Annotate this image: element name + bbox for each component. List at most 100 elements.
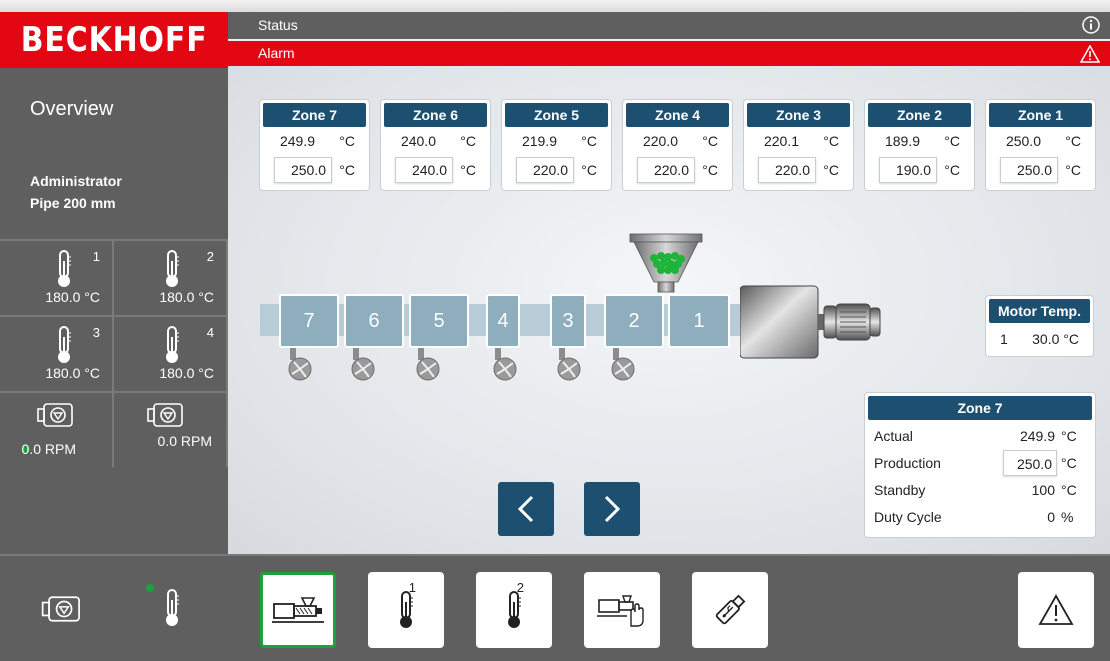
zone-card-1[interactable]: Zone 1 250.0 °C 250.0 °C (986, 100, 1095, 190)
unit: °C (944, 162, 960, 178)
warning-icon[interactable] (1080, 45, 1100, 63)
production-setpoint-input[interactable]: 250.0 (1003, 450, 1057, 476)
barrel-segment-1[interactable]: 1 (668, 294, 730, 348)
status-bar[interactable]: Status (228, 12, 1110, 39)
temperature-2-button[interactable]: 2 (476, 572, 552, 648)
temperature-1-button[interactable]: 1 (368, 572, 444, 648)
detail-value: 249.9 (1019, 428, 1055, 444)
extruder-view-button[interactable] (260, 572, 336, 648)
chevron-right-icon (604, 495, 621, 523)
motor-tile-2[interactable]: 0.0 RPM (114, 391, 228, 467)
motor-temp-row: 1 30.0 °C (1000, 331, 1079, 347)
zone-actual-value: 219.9 (521, 133, 557, 149)
sensor-tile-2[interactable]: 2 180.0 °C (114, 239, 228, 315)
zone-card-7[interactable]: Zone 7 249.9 °C 250.0 °C (260, 100, 369, 190)
sensor-number: 1 (92, 249, 100, 264)
zone-card-6[interactable]: Zone 6 240.0 °C 240.0 °C (381, 100, 490, 190)
unit: °C (460, 162, 476, 178)
motor-icon (147, 403, 183, 427)
warning-icon (1038, 594, 1074, 625)
motor-icon[interactable] (38, 594, 88, 624)
chevron-left-icon (517, 495, 534, 523)
detail-label: Actual (874, 428, 913, 444)
previous-zone-button[interactable] (498, 482, 554, 536)
zone-title: Zone 1 (989, 103, 1092, 127)
detail-label: Duty Cycle (874, 509, 942, 525)
sensor-tile-1[interactable]: 1 180.0 °C (0, 239, 114, 315)
sensor-value: 180.0 °C (45, 365, 100, 381)
unit: °C (1061, 428, 1077, 444)
unit: °C (581, 162, 597, 178)
thermometer-icon (508, 591, 521, 628)
zone-actual-value: 250.0 (1005, 133, 1041, 149)
unit: % (1061, 509, 1074, 525)
status-indicator (146, 584, 154, 592)
zone-title: Zone 2 (868, 103, 971, 127)
barrel-segment-7[interactable]: 7 (279, 294, 339, 348)
zone-setpoint-input[interactable]: 220.0 (516, 157, 574, 183)
detail-label: Production (874, 455, 941, 471)
zone-title: Zone 5 (505, 103, 608, 127)
status-label: Status (258, 17, 298, 33)
main-view: Zone 7 249.9 °C 250.0 °C Zone 6 240.0 °C 2… (228, 66, 1110, 554)
barrel-segment-3[interactable]: 3 (550, 294, 586, 348)
bottom-toolbar: 1 2 (228, 554, 1110, 661)
sensor-number: 4 (206, 325, 214, 340)
zone-setpoint-input[interactable]: 250.0 (1000, 157, 1058, 183)
unit: °C (823, 162, 839, 178)
zone-setpoint-input[interactable]: 240.0 (395, 157, 453, 183)
zone-actual-value: 240.0 (400, 133, 436, 149)
zone-actual-value: 189.9 (884, 133, 920, 149)
user-role: Administrator (30, 173, 122, 189)
unit: °C (1065, 133, 1081, 149)
detail-label: Standby (874, 482, 926, 498)
zone-card-3[interactable]: Zone 3 220.1 °C 220.0 °C (744, 100, 853, 190)
zone-title: Zone 3 (747, 103, 850, 127)
motor-tile-1[interactable]: 0.0 RPM (0, 391, 114, 467)
motor-temp-panel[interactable]: Motor Temp. 1 30.0 °C (986, 296, 1093, 356)
product-name: Pipe 200 mm (30, 195, 116, 211)
detail-value: 0 (1047, 509, 1055, 525)
unit: °C (339, 162, 355, 178)
fan-icon (351, 348, 375, 381)
sensor-number: 3 (92, 325, 100, 340)
alarm-list-button[interactable] (1018, 572, 1094, 648)
sensor-value: 180.0 °C (45, 289, 100, 305)
brand-logo: BECKHOFF (0, 12, 228, 68)
unit: °C (1065, 162, 1081, 178)
zone-card-2[interactable]: Zone 2 189.9 °C 190.0 °C (865, 100, 974, 190)
zone-setpoint-input[interactable]: 250.0 (274, 157, 332, 183)
thermometer-icon[interactable] (162, 586, 182, 630)
zone-setpoint-input[interactable]: 220.0 (758, 157, 816, 183)
barrel-segment-6[interactable]: 6 (344, 294, 404, 348)
next-zone-button[interactable] (584, 482, 640, 536)
top-strip (0, 0, 1110, 12)
drive-motor-icon[interactable] (740, 284, 890, 364)
detail-row-production: Production 250.0 °C (874, 450, 1085, 476)
barrel-segment-5[interactable]: 5 (409, 294, 469, 348)
usb-export-button[interactable] (692, 572, 768, 648)
info-icon[interactable] (1082, 16, 1100, 34)
page-title: Overview (30, 98, 114, 120)
zone-detail-panel: Zone 7 Actual 249.9 °C Production 250.0 … (865, 393, 1095, 537)
unit: °C (460, 133, 476, 149)
sensor-tile-4[interactable]: 4 180.0 °C (114, 315, 228, 391)
machine-hand-icon (597, 595, 644, 627)
zone-setpoint-input[interactable]: 220.0 (637, 157, 695, 183)
zone-title: Zone 7 (263, 103, 366, 127)
zone-card-4[interactable]: Zone 4 220.0 °C 220.0 °C (623, 100, 732, 190)
sensor-value: 180.0 °C (159, 289, 214, 305)
fan-icon (416, 348, 440, 381)
motor-temp-index: 1 (1000, 331, 1008, 347)
manual-operation-button[interactable] (584, 572, 660, 648)
zone-setpoint-input[interactable]: 190.0 (879, 157, 937, 183)
barrel-segment-4[interactable]: 4 (486, 294, 520, 348)
sensor-tile-3[interactable]: 3 180.0 °C (0, 315, 114, 391)
barrel-segment-2[interactable]: 2 (604, 294, 664, 348)
zone-actual-value: 220.1 (763, 133, 799, 149)
alarm-bar[interactable]: Alarm (228, 41, 1110, 66)
zone-card-5[interactable]: Zone 5 219.9 °C 220.0 °C (502, 100, 611, 190)
fan-icon (493, 348, 517, 381)
motor-speed: 0.0 RPM (157, 433, 212, 449)
fan-icon (611, 348, 635, 381)
